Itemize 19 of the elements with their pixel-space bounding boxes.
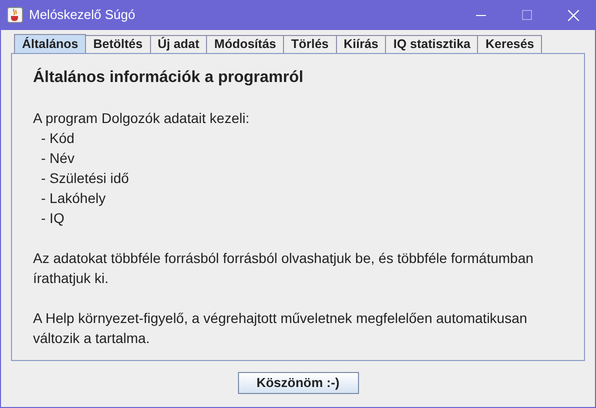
field-list-item: - Név [40,149,76,168]
paragraph: A Help környezet-figyelő, a végrehajtott műveletnek megfelelően automatikusan változik a tartalma. [33,309,528,348]
tab[interactable]: Új adat [150,35,208,53]
close-icon [568,10,578,20]
field-list-item: - IQ [40,209,66,228]
window-title: Melóskezelő Súgó [29,6,136,24]
section-heading: Általános információk a programról [33,68,304,88]
field-list-item: - Lakóhely [40,189,107,208]
tab[interactable]: IQ statisztika [385,35,478,53]
field-list-item: - Kód [40,129,76,148]
tab[interactable]: Általános [14,34,86,53]
tab[interactable]: Keresés [477,35,542,53]
paragraph: Az adatokat többféle forrásból forrásból olvashatjuk be, és többféle formátumban írathatjuk ki. [33,249,534,288]
minimize-icon [476,14,486,16]
intro-text: A program Dolgozók adatait kezeli: [33,109,250,128]
cup-icon [7,7,23,23]
thanks-button[interactable]: Köszönöm :-) [238,372,358,394]
maximize-icon [522,10,532,20]
field-list-item: - Születési idő [40,169,130,188]
